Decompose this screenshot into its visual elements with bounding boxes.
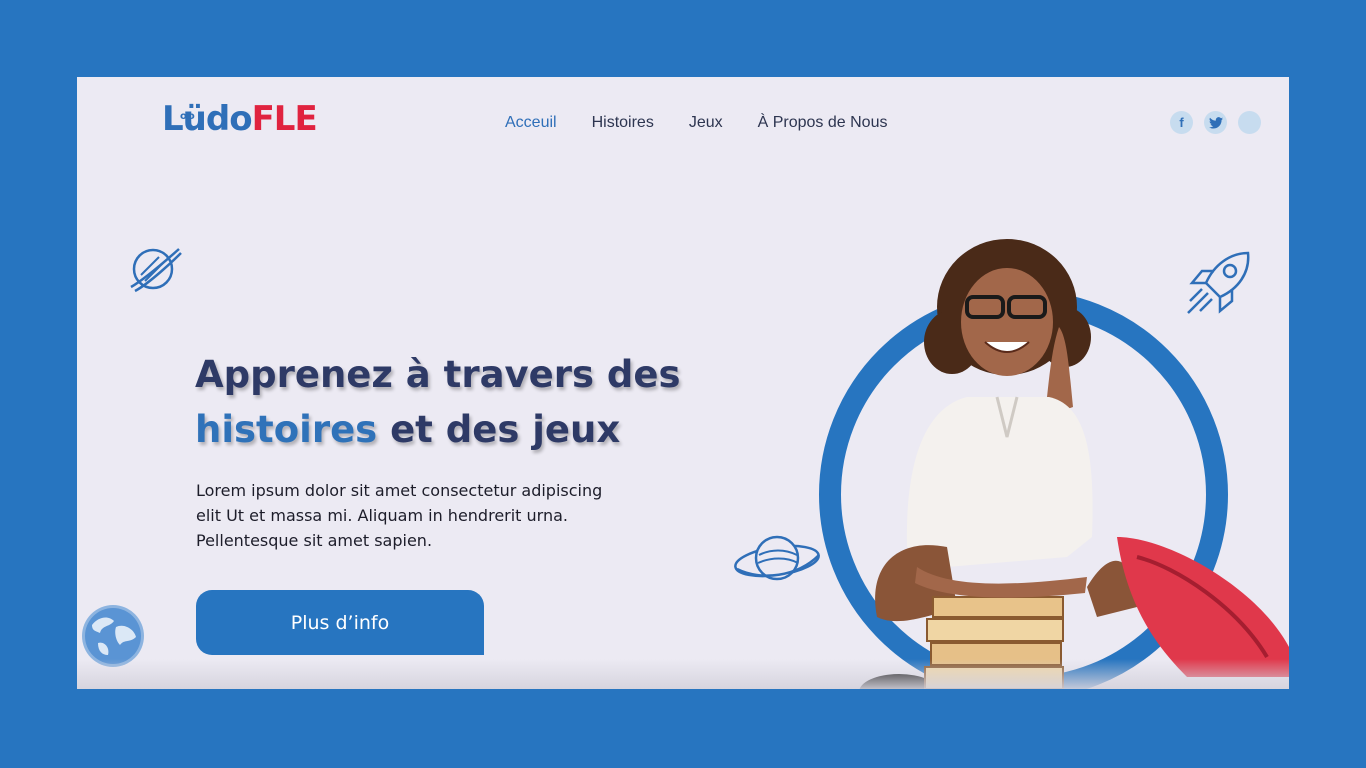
nav-jeux[interactable]: Jeux — [689, 114, 723, 132]
planet-icon — [130, 248, 182, 293]
hero-title-line2a: histoires — [195, 408, 378, 451]
social-placeholder-icon[interactable] — [1238, 111, 1261, 134]
student-photo — [859, 239, 1289, 689]
landing-page: oo LüdoFLE Acceuil Histoires Jeux À Prop… — [77, 77, 1289, 689]
logo-part-fle: FLE — [251, 99, 318, 139]
globe-icon[interactable] — [80, 603, 146, 669]
twitter-icon[interactable] — [1204, 111, 1227, 134]
main-nav: Acceuil Histoires Jeux À Propos de Nous — [505, 114, 922, 132]
hero-description: Lorem ipsum dolor sit amet consectetur a… — [196, 481, 603, 550]
nav-a-propos[interactable]: À Propos de Nous — [758, 114, 888, 132]
plus-info-button[interactable]: Plus d’info — [196, 590, 484, 655]
hero-title: Apprenez à travers des histoires et des … — [195, 347, 755, 457]
nav-acceuil[interactable]: Acceuil — [505, 114, 557, 132]
social-links: f — [1170, 111, 1261, 134]
logo-eyes: oo — [180, 111, 196, 122]
saturn-icon — [734, 535, 820, 581]
ludofle-logo[interactable]: oo LüdoFLE — [162, 99, 318, 139]
nav-histoires[interactable]: Histoires — [592, 114, 654, 132]
hero-title-line2b: et des jeux — [377, 408, 621, 451]
hero-title-line1: Apprenez à travers des — [195, 353, 681, 396]
facebook-icon[interactable]: f — [1170, 111, 1193, 134]
logo-part-ludo: Lüdo — [162, 99, 253, 139]
